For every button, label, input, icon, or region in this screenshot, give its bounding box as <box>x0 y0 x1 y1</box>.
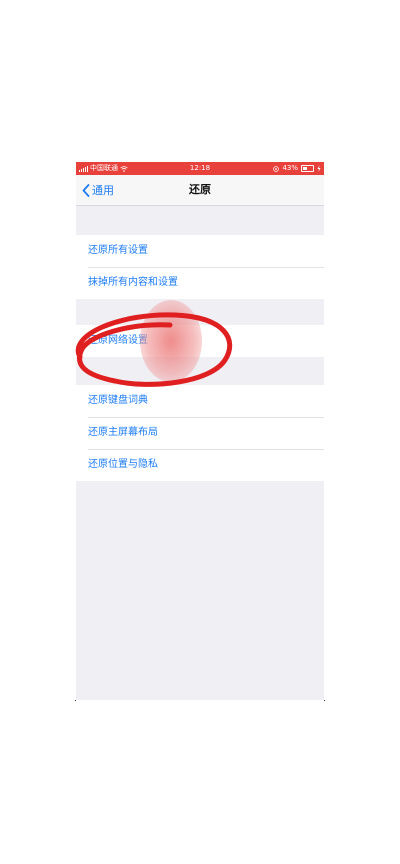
reset-location-privacy-button[interactable]: 还原位置与隐私 <box>76 449 324 481</box>
cell-label: 还原位置与隐私 <box>88 459 158 470</box>
reset-all-settings-button[interactable]: 还原所有设置 <box>76 235 324 267</box>
reset-group-general: 还原所有设置 抹掉所有内容和设置 <box>76 235 324 299</box>
cell-label: 抹掉所有内容和设置 <box>88 277 178 288</box>
battery-icon <box>301 165 314 172</box>
frame-corner-right <box>324 700 325 701</box>
cell-label: 还原键盘词典 <box>88 395 148 406</box>
cell-label: 还原主屏幕布局 <box>88 427 158 438</box>
screenshot-canvas: 中国联通 12:18 43% 通用 还原 还原所有设置 抹掉所有内容和设置 还原… <box>0 0 400 864</box>
charging-icon <box>317 165 321 172</box>
cell-label: 还原网络设置 <box>88 335 148 346</box>
navigation-bar: 通用 还原 <box>76 175 324 206</box>
page-title: 还原 <box>189 183 211 196</box>
battery-percent: 43% <box>282 164 298 172</box>
reset-network-settings-button[interactable]: 还原网络设置 <box>76 325 324 357</box>
frame-corner-left <box>75 700 76 701</box>
orientation-lock-icon <box>273 165 280 172</box>
status-bar: 中国联通 12:18 43% <box>76 162 324 175</box>
reset-group-network: 还原网络设置 <box>76 325 324 357</box>
reset-group-other: 还原键盘词典 还原主屏幕布局 还原位置与隐私 <box>76 385 324 481</box>
phone-screen: 中国联通 12:18 43% 通用 还原 还原所有设置 抹掉所有内容和设置 还原… <box>76 162 324 700</box>
erase-all-content-button[interactable]: 抹掉所有内容和设置 <box>76 267 324 299</box>
status-right: 43% <box>273 162 321 175</box>
reset-home-screen-layout-button[interactable]: 还原主屏幕布局 <box>76 417 324 449</box>
cell-label: 还原所有设置 <box>88 245 148 256</box>
reset-keyboard-dictionary-button[interactable]: 还原键盘词典 <box>76 385 324 417</box>
